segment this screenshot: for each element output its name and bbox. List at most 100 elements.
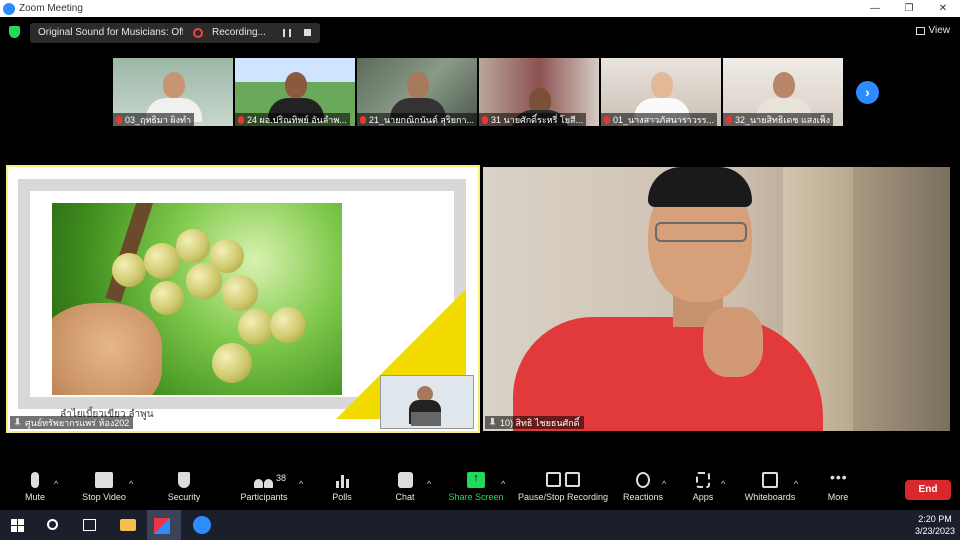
task-view-icon[interactable] (83, 519, 96, 531)
share-screen-label: Share Screen (448, 492, 504, 502)
whiteboard-icon (762, 472, 778, 488)
more-dots-icon: ••• (830, 469, 848, 485)
zoom-app-icon[interactable] (193, 516, 211, 534)
participant-thumbnail[interactable]: 24 ผอ.ปริณทิพย์ อันลำพ... (235, 58, 355, 126)
stop-video-button[interactable]: Stop Video (78, 472, 130, 502)
longan-photo (52, 203, 342, 395)
clock-time: 2:20 PM (918, 514, 952, 524)
zoom-logo-icon (3, 2, 15, 15)
pinned-app-icon[interactable] (154, 518, 170, 534)
view-button[interactable]: View (915, 25, 951, 36)
participant-thumbnail[interactable]: 32_นายสิทธิเดช แสงเพ็ง (723, 58, 843, 126)
stop-recording-icon[interactable] (304, 29, 311, 36)
close-button[interactable]: ✕ (926, 0, 960, 17)
reactions-smiley-icon (636, 472, 650, 488)
pause-stop-recording-icon (546, 472, 580, 488)
participant-name: 01_นางสาวภัสนาราวรร... (613, 114, 714, 125)
participants-icon (254, 472, 274, 488)
participant-thumbnail[interactable]: 31 นายศักดิ์ระหรี่ โยสี... (479, 58, 599, 126)
pause-recording-icon[interactable] (283, 29, 291, 37)
muted-mic-icon (726, 115, 732, 124)
video-options-chevron-icon[interactable]: ^ (129, 479, 133, 489)
polls-icon (335, 472, 349, 488)
chat-label: Chat (395, 492, 415, 502)
security-label: Security (167, 492, 201, 502)
camera-icon (95, 472, 113, 488)
file-explorer-icon[interactable] (120, 519, 136, 531)
apps-icon (696, 472, 710, 488)
window-controls: — ❐ ✕ (858, 0, 960, 17)
view-label: View (928, 25, 951, 36)
chat-button[interactable]: Chat (392, 472, 418, 502)
speaker-name: 10) สิทธิ ไชยธนศักดิ์ (500, 417, 580, 428)
share-tile-label: ศูนย์ทรัพยากรแพร่ ห้อง202 (10, 416, 134, 429)
participant-thumbnail[interactable]: 03_ฤทธิมา ผิงทำ (113, 58, 233, 126)
windows-start-icon[interactable] (11, 519, 24, 532)
restore-button[interactable]: ❐ (892, 0, 926, 17)
search-icon[interactable] (47, 519, 58, 530)
shared-screen-tile[interactable]: ลำไยเบี้ยวเขียว ลำพูน ศูนย์ทรัพยากรแพร่ … (6, 165, 480, 433)
polls-label: Polls (332, 492, 352, 502)
security-button[interactable]: Security (164, 472, 204, 502)
encryption-shield-icon[interactable] (9, 26, 20, 38)
end-meeting-button[interactable]: End (905, 480, 951, 500)
active-speaker-tile[interactable]: 10) สิทธิ ไชยธนศักดิ์ (483, 167, 950, 431)
participant-name: 21_นายกณิกนันต์ สุริยกา... (369, 114, 474, 125)
audio-options-chevron-icon[interactable]: ^ (54, 479, 58, 489)
recording-indicator: Recording... (183, 23, 320, 43)
minimize-button[interactable]: — (858, 0, 892, 17)
apps-label: Apps (692, 492, 714, 502)
muted-mic-icon (482, 115, 488, 124)
whiteboards-label: Whiteboards (744, 492, 796, 502)
reactions-options-chevron-icon[interactable]: ^ (662, 479, 666, 489)
mute-button[interactable]: Mute (20, 472, 50, 502)
reactions-button[interactable]: Reactions (622, 472, 664, 502)
clock-date: 3/23/2023 (914, 526, 955, 536)
reactions-label: Reactions (622, 492, 664, 502)
chat-options-chevron-icon[interactable]: ^ (427, 479, 431, 489)
more-button[interactable]: ••• More (826, 469, 850, 502)
share-screen-button[interactable]: ↑ Share Screen (448, 472, 504, 502)
participant-name: 03_ฤทธิมา ผิงทำ (125, 114, 192, 125)
meeting-toolbar: Mute ^ Stop Video ^ Security Participant… (0, 467, 960, 513)
participant-name: 31 นายศักดิ์ระหรี่ โยสี... (491, 114, 584, 125)
speaker-tile-label: 10) สิทธิ ไชยธนศักดิ์ (485, 416, 584, 429)
share-options-chevron-icon[interactable]: ^ (501, 479, 505, 489)
stop-video-label: Stop Video (82, 492, 126, 502)
next-page-arrow-icon[interactable]: › (856, 81, 879, 104)
whiteboards-button[interactable]: Whiteboards (742, 472, 798, 502)
participant-thumbnail[interactable]: 01_นางสาวภัสนาราวรร... (601, 58, 721, 126)
apps-options-chevron-icon[interactable]: ^ (721, 479, 725, 489)
muted-mic-icon (360, 115, 366, 124)
title-bar: Zoom Meeting — ❐ ✕ (0, 0, 960, 17)
original-sound-button[interactable]: Original Sound for Musicians: Off (30, 23, 193, 43)
system-clock[interactable]: 2:20 PM 3/23/2023 (915, 513, 955, 537)
polls-button[interactable]: Polls (328, 472, 356, 502)
meeting-top-bar: Original Sound for Musicians: Off Record… (0, 17, 960, 47)
pause-stop-recording-label: Pause/Stop Recording (518, 492, 609, 502)
pause-stop-recording-button[interactable]: Pause/Stop Recording (518, 472, 608, 502)
recording-label: Recording... (212, 27, 266, 38)
participants-count: 38 (276, 473, 287, 483)
participants-options-chevron-icon[interactable]: ^ (299, 479, 303, 489)
security-shield-icon (178, 472, 190, 488)
presenter-name: ศูนย์ทรัพยากรแพร่ ห้อง202 (25, 417, 130, 428)
microphone-icon (31, 472, 39, 488)
participant-thumbnail[interactable]: 21_นายกณิกนันต์ สุริยกา... (357, 58, 477, 126)
participant-name: 24 ผอ.ปริณทิพย์ อันลำพ... (247, 114, 347, 125)
window-title: Zoom Meeting (19, 3, 83, 14)
mute-label: Mute (24, 492, 45, 502)
presenter-video-pip[interactable] (380, 375, 474, 429)
grid-view-icon (915, 26, 925, 35)
pin-icon (489, 418, 496, 427)
muted-mic-icon (116, 115, 122, 124)
pin-icon (14, 418, 21, 427)
more-label: More (827, 492, 849, 502)
apps-button[interactable]: Apps (690, 472, 716, 502)
participant-name: 32_นายสิทธิเดช แสงเพ็ง (735, 114, 831, 125)
recording-dot-icon (193, 28, 203, 38)
windows-taskbar: 2:20 PM 3/23/2023 (0, 510, 960, 540)
share-screen-icon: ↑ (467, 472, 485, 488)
whiteboards-options-chevron-icon[interactable]: ^ (794, 479, 798, 489)
muted-mic-icon (238, 115, 244, 124)
